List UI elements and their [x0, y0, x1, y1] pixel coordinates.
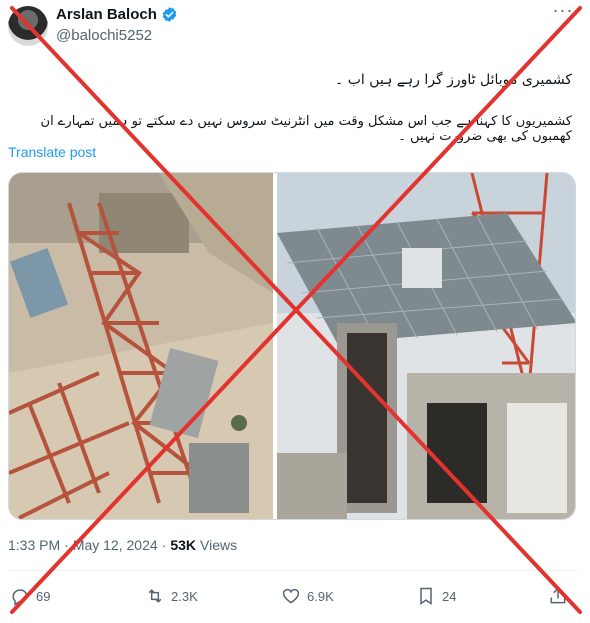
more-options-icon[interactable]: ··· — [548, 1, 578, 24]
share-button[interactable] — [548, 581, 568, 611]
author-name[interactable]: Arslan Baloch — [56, 6, 157, 23]
avatar[interactable] — [8, 6, 48, 46]
views-label: Views — [200, 537, 238, 553]
bookmark-button[interactable]: 24 — [416, 581, 456, 611]
tweet: Arslan Baloch @balochi5252 ··· کشمیری مو… — [0, 0, 590, 623]
divider — [8, 570, 578, 571]
post-time[interactable]: 1:33 PM — [8, 537, 60, 553]
post-media[interactable] — [8, 172, 576, 520]
meta-separator: · — [64, 537, 69, 553]
verified-badge-icon — [162, 7, 177, 22]
post-date[interactable]: May 12, 2024 — [73, 537, 158, 553]
reply-icon — [12, 589, 28, 606]
post-meta: 1:33 PM · May 12, 2024 · 53K Views — [8, 537, 237, 553]
views-count: 53K — [170, 537, 197, 553]
bookmark-icon — [420, 587, 432, 605]
heart-icon — [282, 588, 300, 604]
photo-collapsed-tower[interactable] — [9, 173, 273, 520]
photo-burnt-solar-panels[interactable] — [277, 173, 576, 520]
action-bar: 69 2.3K 6.9K 24 — [0, 581, 590, 611]
repost-count: 2.3K — [171, 588, 198, 604]
author-name-row[interactable]: Arslan Baloch — [56, 6, 178, 23]
reply-button[interactable]: 69 — [10, 581, 50, 611]
post-text-line-1: کشمیری موبائل ٹاورز گرا رہے ہیں اب ۔ — [335, 72, 572, 88]
author-handle[interactable]: @balochi5252 — [56, 27, 152, 44]
meta-separator-2: · — [161, 537, 167, 553]
repost-button[interactable]: 2.3K — [145, 581, 198, 611]
like-button[interactable]: 6.9K — [281, 581, 334, 611]
like-count: 6.9K — [307, 588, 334, 604]
post-text-line-2: کشمیریوں کا کہنا ہے جب اس مشکل وقت میں ا… — [40, 114, 572, 144]
bookmark-count: 24 — [442, 588, 457, 604]
translate-post-link[interactable]: Translate post — [8, 144, 96, 160]
reply-count: 69 — [36, 588, 51, 604]
repost-icon — [148, 589, 162, 603]
share-icon — [550, 587, 566, 604]
